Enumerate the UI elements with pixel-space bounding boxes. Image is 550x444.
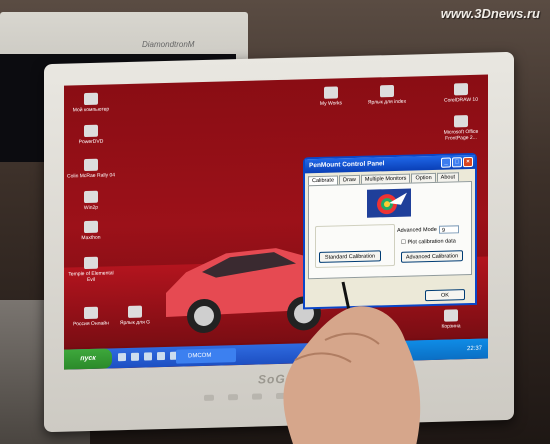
maximize-button[interactable]: □ <box>452 157 462 168</box>
browser-icon <box>84 220 98 234</box>
desktop-icon-label: Ярлык для G <box>119 319 151 327</box>
desktop-icon[interactable]: Microsoft Office FrontPage 2... <box>434 115 488 142</box>
advanced-mode-label: Advanced Mode <box>397 226 437 234</box>
quick-launch-icon[interactable] <box>131 352 139 361</box>
desktop-icon[interactable]: Temple of Elemental Evil <box>64 256 118 283</box>
plot-calibration-label: Plot calibration data <box>407 238 456 246</box>
desktop-icon-label: Мой компьютер <box>72 106 110 114</box>
calibrate-panel: Advanced Mode 9 ☐ Plot calibration data … <box>308 180 472 280</box>
coreldraw-icon <box>454 83 468 96</box>
clock[interactable]: 22:37 <box>467 346 482 352</box>
desktop-icon[interactable]: PowerDVD <box>64 124 118 145</box>
recycle-bin-label: Корзина <box>441 323 461 330</box>
desktop-icon-label: Temple of Elemental Evil <box>68 270 114 284</box>
shortcut-icon <box>380 84 394 98</box>
advanced-calibration-button[interactable]: Advanced Calibration <box>401 250 463 263</box>
minimize-button[interactable]: _ <box>441 157 451 168</box>
desktop-icon[interactable]: Мой компьютер <box>64 92 118 113</box>
desktop-icon[interactable]: Maxthon <box>64 220 118 241</box>
desktop-icon[interactable]: Ярлык для index <box>360 84 414 106</box>
network-icon <box>84 306 98 320</box>
bezel-button[interactable] <box>228 394 238 401</box>
desktop-icon-label: Maxthon <box>81 234 101 242</box>
title-buttons: _ □ × <box>441 156 473 168</box>
game-icon <box>84 256 98 270</box>
quick-launch-icon[interactable] <box>157 351 165 361</box>
quick-launch <box>118 351 178 362</box>
desktop-icon-label: Россия Онлайн <box>73 320 109 328</box>
desktop-icon-label: Win2p <box>83 204 99 212</box>
watermark: www.3Dnews.ru <box>440 6 540 21</box>
desktop-icon-label: Ярлык для index <box>367 98 407 106</box>
quick-launch-icon[interactable] <box>118 353 126 362</box>
photo-scene: DiamondtronM www.3Dnews.ru SoGo Мой комп… <box>0 0 550 444</box>
desktop-icon-label: Colin McRae Rally 04 <box>66 172 116 180</box>
bezel-button[interactable] <box>204 394 214 401</box>
hand-with-stylus <box>283 281 421 444</box>
folder-icon <box>324 86 338 99</box>
advanced-mode-select[interactable]: 9 <box>439 225 459 234</box>
quick-launch-icon[interactable] <box>144 352 152 361</box>
powerdvd-icon <box>84 124 98 138</box>
desktop-icon-label: CorelDRAW 10 <box>444 96 478 104</box>
desktop-icon-label: PowerDVD <box>78 138 104 146</box>
desktop-icon[interactable]: Win2p <box>64 190 118 211</box>
close-button[interactable]: × <box>463 156 473 168</box>
taskbar-item[interactable]: DMCOM <box>176 348 236 364</box>
desktop-icon-label: My Works <box>319 100 343 107</box>
trash-icon <box>444 309 458 322</box>
start-button[interactable]: пуск <box>64 348 112 370</box>
frontpage-icon <box>454 115 468 128</box>
desktop-icon[interactable]: CorelDRAW 10 <box>434 83 488 104</box>
plot-calibration-checkbox[interactable]: ☐ Plot calibration data <box>401 238 456 245</box>
background-monitor-brand: DiamondtronM <box>142 40 195 49</box>
shortcut-icon <box>128 305 142 318</box>
penmount-logo-graphic <box>377 192 407 215</box>
desktop-icon-label: Microsoft Office FrontPage 2... <box>443 128 479 142</box>
standard-calibration-button[interactable]: Standard Calibration <box>319 250 381 263</box>
app-icon <box>84 190 98 204</box>
desktop-icon[interactable]: My Works <box>304 86 358 107</box>
dialog-title: PenMount Control Panel <box>309 160 385 170</box>
desktop-icon[interactable]: Colin McRae Rally 04 <box>64 158 118 180</box>
game-icon <box>84 158 98 172</box>
computer-icon <box>84 92 98 106</box>
desktop-icon[interactable]: Ярлык для G <box>108 305 162 326</box>
penmount-logo <box>367 188 411 218</box>
